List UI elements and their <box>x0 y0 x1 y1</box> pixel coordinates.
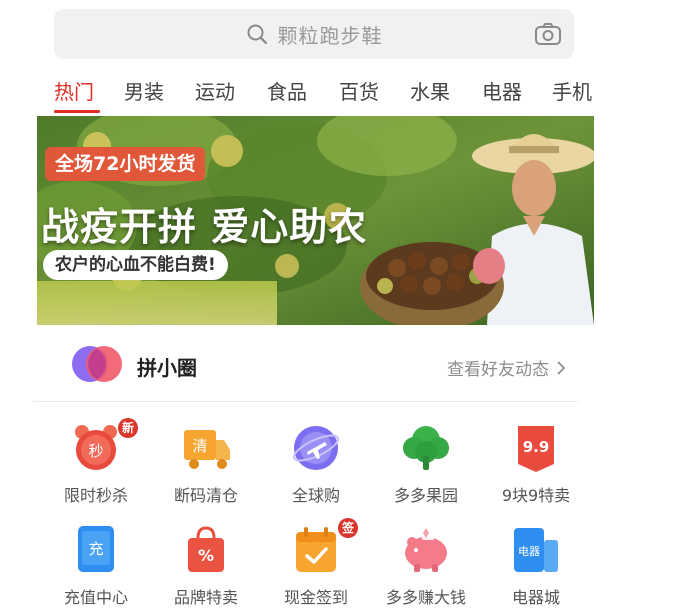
phone-recharge-icon: 充 <box>78 526 114 572</box>
grid-label-ninety-nine-sale: 9块9特卖 <box>501 486 571 505</box>
grid-item-cash-checkin[interactable]: 签 现金签到 <box>261 518 371 614</box>
tab-appliances[interactable]: 电器 <box>482 76 522 105</box>
tree-icon <box>403 426 449 470</box>
pinxiaoquan-logo-icon <box>72 346 122 382</box>
svg-text:电器: 电器 <box>518 545 540 558</box>
grid-label-brand-sale: 品牌特卖 <box>173 588 238 607</box>
view-friends-activity-label: 查看好友动态 <box>447 360 549 380</box>
grid-item-ninety-nine-sale[interactable]: 9.9 9块9特卖 <box>481 422 591 512</box>
grid-label-appliance-mall: 电器城 <box>511 588 560 607</box>
grid-item-flash-sale[interactable]: 秒 新 限时秒杀 <box>41 418 151 512</box>
price-tag-icon: 9.9 <box>518 426 554 472</box>
grid-label-global-shopping: 全球购 <box>291 486 340 505</box>
grid-item-clearance[interactable]: 清 断码清仓 <box>151 422 261 512</box>
appliance-icon: 电器 <box>514 528 558 572</box>
banner-tagline: 农户的心血不能白费! <box>43 250 228 280</box>
grid-item-appliance-mall[interactable]: 电器 电器城 <box>481 524 591 614</box>
grid-label-flash-sale: 限时秒杀 <box>63 486 128 505</box>
grid-label-orchard: 多多果园 <box>393 486 458 505</box>
grid-label-recharge: 充值中心 <box>63 588 128 607</box>
grid-item-recharge[interactable]: 充 充值中心 <box>41 524 151 614</box>
svg-text:充: 充 <box>88 540 103 558</box>
new-badge: 新 <box>118 418 138 438</box>
tab-phones[interactable]: 手机 <box>552 76 592 105</box>
view-friends-activity-link[interactable]: 查看好友动态 <box>447 355 566 380</box>
svg-text:%: % <box>198 546 214 565</box>
active-tab-indicator <box>54 110 100 113</box>
tab-food[interactable]: 食品 <box>267 76 307 105</box>
grid-label-cash-checkin: 现金签到 <box>283 588 348 607</box>
checkin-badge: 签 <box>338 518 358 538</box>
grid-item-brand-sale[interactable]: % 品牌特卖 <box>151 524 261 614</box>
delivery-truck-icon: 清 <box>184 430 230 469</box>
tab-menswear[interactable]: 男装 <box>124 76 164 105</box>
shopping-bag-icon: % <box>188 526 224 572</box>
camera-icon[interactable] <box>534 20 562 48</box>
search-input[interactable]: 颗粒跑步鞋 <box>278 20 383 49</box>
banner-headline: 战疫开拼 爱心助农 <box>41 205 368 249</box>
grid-label-clearance: 断码清仓 <box>173 486 238 505</box>
pinxiaoquan-row[interactable]: 拼小圈 查看好友动态 <box>37 330 594 400</box>
chevron-right-icon <box>557 361 565 374</box>
svg-text:清: 清 <box>192 437 207 455</box>
section-divider <box>33 401 578 402</box>
pinxiaoquan-title: 拼小圈 <box>137 356 197 380</box>
grid-item-global-shopping[interactable]: 全球购 <box>261 422 371 512</box>
piggy-bank-icon <box>405 528 447 572</box>
category-tabs: 热门 男装 运动 食品 百货 水果 电器 手机 <box>40 64 680 114</box>
svg-text:9.9: 9.9 <box>523 438 550 456</box>
grid-item-orchard[interactable]: 多多果园 <box>371 422 481 512</box>
promo-banner[interactable]: 全场72小时发货 战疫开拼 爱心助农 农户的心血不能白费! <box>37 116 594 325</box>
globe-plane-icon <box>292 426 340 470</box>
search-icon <box>247 24 267 45</box>
calendar-check-icon <box>296 527 336 572</box>
alarm-clock-icon: 秒 <box>75 425 117 470</box>
tab-hot[interactable]: 热门 <box>54 76 94 105</box>
grid-item-earn-money[interactable]: 多多赚大钱 <box>371 524 481 614</box>
tab-general-goods[interactable]: 百货 <box>339 76 379 105</box>
grid-label-earn-money: 多多赚大钱 <box>385 588 466 607</box>
tab-fruit[interactable]: 水果 <box>410 76 450 105</box>
banner-shipping-badge: 全场72小时发货 <box>45 147 206 181</box>
tab-sports[interactable]: 运动 <box>195 76 235 105</box>
search-bar[interactable]: 颗粒跑步鞋 <box>54 9 574 59</box>
svg-text:秒: 秒 <box>88 442 103 460</box>
